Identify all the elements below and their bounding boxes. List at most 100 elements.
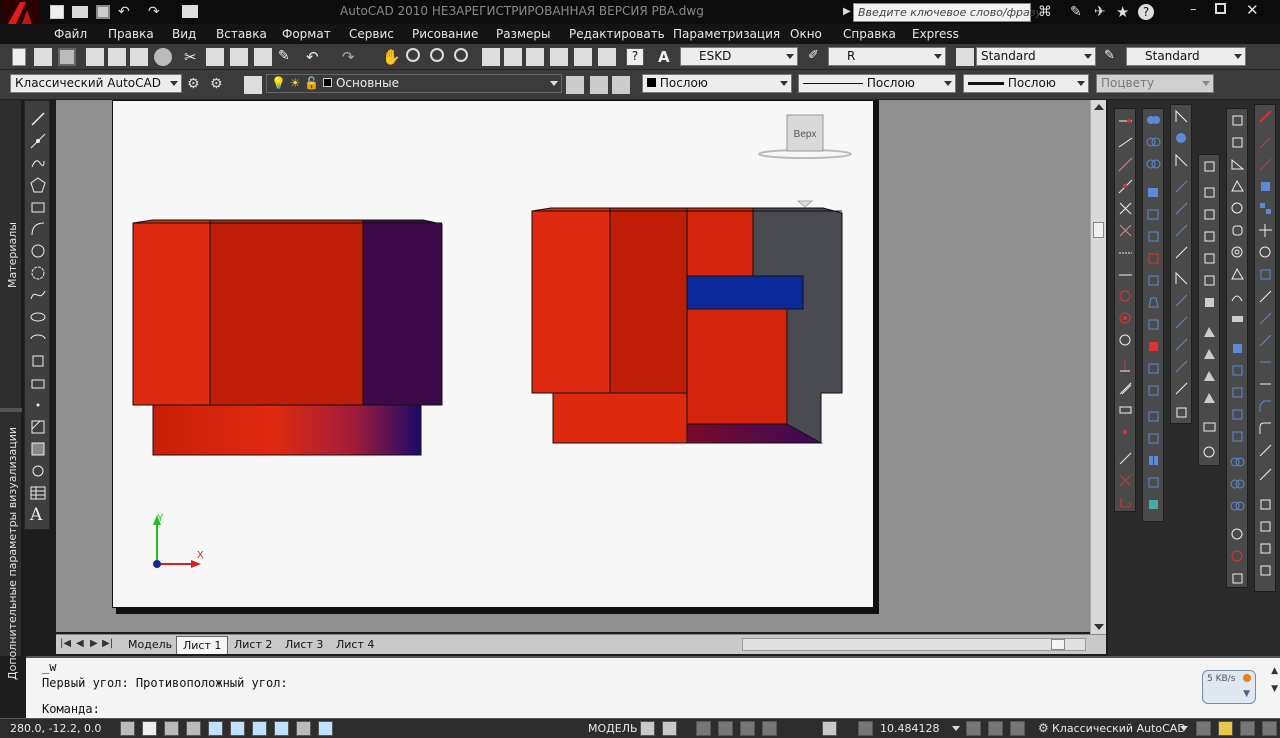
- dim-baseline-icon[interactable]: [1174, 293, 1189, 308]
- arc-icon[interactable]: [30, 221, 46, 237]
- minimize-icon[interactable]: –: [1190, 2, 1197, 17]
- markup-icon[interactable]: [574, 48, 592, 66]
- subtract-solid-icon[interactable]: [1230, 477, 1245, 492]
- left-part-view[interactable]: [132, 219, 443, 456]
- cmd-scroll-down-icon[interactable]: ▼: [1271, 684, 1278, 694]
- hardware-accel-icon[interactable]: [1218, 721, 1233, 736]
- explode-icon[interactable]: [1258, 443, 1273, 458]
- intersect-icon[interactable]: [1146, 157, 1161, 172]
- menu-modify[interactable]: Редактировать: [569, 27, 665, 41]
- dim-break-icon[interactable]: [1174, 359, 1189, 374]
- circle-icon[interactable]: [30, 243, 46, 259]
- scroll-up-icon[interactable]: [1094, 104, 1104, 110]
- tab-sheet-4[interactable]: Лист 4: [336, 638, 374, 651]
- properties-icon[interactable]: [482, 48, 500, 66]
- scroll-down-icon[interactable]: [1094, 624, 1104, 630]
- menu-help[interactable]: Справка: [843, 27, 896, 41]
- gradient-icon[interactable]: [30, 441, 46, 457]
- undo-icon[interactable]: ↶: [306, 48, 324, 66]
- satellite-icon[interactable]: ✈: [1094, 4, 1106, 20]
- osnap-icon[interactable]: [208, 721, 223, 736]
- extrude-icon[interactable]: [1230, 341, 1245, 356]
- intersect-solid-icon[interactable]: [1230, 499, 1245, 514]
- close-icon[interactable]: ✕: [1246, 1, 1259, 19]
- dim-jog-icon[interactable]: [1174, 381, 1189, 396]
- tab-sheet-3[interactable]: Лист 3: [285, 638, 323, 651]
- continue-icon[interactable]: [1118, 333, 1133, 348]
- text-style-select[interactable]: ESKD: [680, 47, 798, 66]
- loft-icon[interactable]: [1202, 391, 1217, 406]
- helix-icon[interactable]: [1202, 347, 1217, 362]
- text-style-icon[interactable]: A: [658, 48, 676, 66]
- mirror-icon[interactable]: [1258, 157, 1273, 172]
- rotate-icon[interactable]: [1258, 245, 1273, 260]
- snap-icon[interactable]: [120, 721, 135, 736]
- table-style-select[interactable]: Standard: [976, 47, 1096, 66]
- dim-continue-icon[interactable]: [1174, 315, 1189, 330]
- layer-walk-icon[interactable]: [1258, 563, 1273, 578]
- subtract-icon[interactable]: [1146, 135, 1161, 150]
- binoculars-icon[interactable]: ⌘: [1038, 4, 1052, 20]
- model-space-toggle[interactable]: МОДЕЛЬ: [588, 722, 638, 735]
- command-prompt[interactable]: Команда:: [42, 702, 100, 716]
- aligned-dim-icon[interactable]: [1118, 135, 1133, 150]
- separate-icon[interactable]: [1146, 453, 1161, 468]
- fillet-icon[interactable]: [1258, 421, 1273, 436]
- menu-dimension[interactable]: Размеры: [496, 27, 551, 41]
- qa-plot-icon[interactable]: [182, 5, 198, 18]
- menu-view[interactable]: Вид: [172, 27, 196, 41]
- dim-globe-icon[interactable]: [1174, 131, 1189, 146]
- plotstyle-select[interactable]: Поцвету: [1096, 74, 1214, 93]
- extrude-faces-icon[interactable]: [1146, 185, 1161, 200]
- help-icon[interactable]: ?: [1138, 4, 1154, 20]
- dim-reassoc-icon[interactable]: [1174, 405, 1189, 420]
- tab-last-icon[interactable]: ▶|: [102, 638, 113, 649]
- layout-paper[interactable]: Верх Y X: [112, 100, 874, 608]
- dim-style-select[interactable]: R: [828, 47, 946, 66]
- ellipse-arc-icon[interactable]: [30, 331, 46, 347]
- layer-current-icon[interactable]: [566, 76, 584, 94]
- presspull-icon[interactable]: [1230, 363, 1245, 378]
- workspace-switch[interactable]: Классический AutoCAD: [1052, 722, 1186, 735]
- dim-radial-2-icon[interactable]: [1174, 201, 1189, 216]
- polygon-icon[interactable]: [30, 177, 46, 193]
- maximize-viewport-icon[interactable]: [822, 721, 837, 736]
- insert-block-icon[interactable]: [30, 353, 46, 369]
- qa-undo-icon[interactable]: ↶: [118, 4, 130, 20]
- dim-space-icon[interactable]: [1174, 337, 1189, 352]
- plot-icon[interactable]: [86, 48, 104, 66]
- pan-icon[interactable]: ✋: [382, 48, 401, 66]
- workspace-dropdown-icon[interactable]: [1180, 726, 1188, 731]
- dim-leader-icon[interactable]: [1174, 245, 1189, 260]
- annotation-sync-icon[interactable]: [1010, 721, 1025, 736]
- workspace-select[interactable]: Классический AutoCAD: [10, 74, 182, 93]
- tolerance-icon[interactable]: [1118, 359, 1133, 374]
- table-style-icon[interactable]: [956, 48, 974, 66]
- search-box[interactable]: Введите ключевое слово/фразу: [853, 3, 1042, 22]
- dim-text-edit-icon[interactable]: [1118, 473, 1133, 488]
- menu-parametric[interactable]: Параметризация: [673, 27, 780, 41]
- 3d-rotate-icon[interactable]: [1230, 549, 1245, 564]
- props-box-icon[interactable]: [1202, 159, 1217, 174]
- menu-format[interactable]: Формат: [282, 27, 331, 41]
- radius-icon[interactable]: [1118, 201, 1133, 216]
- polyline-icon[interactable]: [30, 155, 46, 171]
- rectangle-icon[interactable]: [30, 199, 46, 215]
- center-mark-icon[interactable]: [1118, 381, 1133, 396]
- paste-icon[interactable]: [230, 48, 248, 66]
- solid-sphere-icon[interactable]: [1230, 201, 1245, 216]
- pyramid-icon[interactable]: [1202, 325, 1217, 340]
- tab-prev-icon[interactable]: ◀: [76, 638, 84, 649]
- loft-solid-icon[interactable]: [1230, 429, 1245, 444]
- open-icon[interactable]: [34, 48, 52, 66]
- paste-block-icon[interactable]: [254, 48, 272, 66]
- mleader-style-icon[interactable]: ✎: [1104, 48, 1122, 66]
- group-icon[interactable]: [1258, 497, 1273, 512]
- dim-angle-icon[interactable]: [1174, 109, 1189, 124]
- sheetset-icon[interactable]: [550, 48, 568, 66]
- cylinder-icon[interactable]: [1202, 273, 1217, 288]
- qa-new-icon[interactable]: [50, 5, 64, 19]
- matchprop-icon[interactable]: ✎: [278, 48, 296, 66]
- check-icon[interactable]: [1146, 497, 1161, 512]
- zoom-realtime-icon[interactable]: [406, 48, 420, 62]
